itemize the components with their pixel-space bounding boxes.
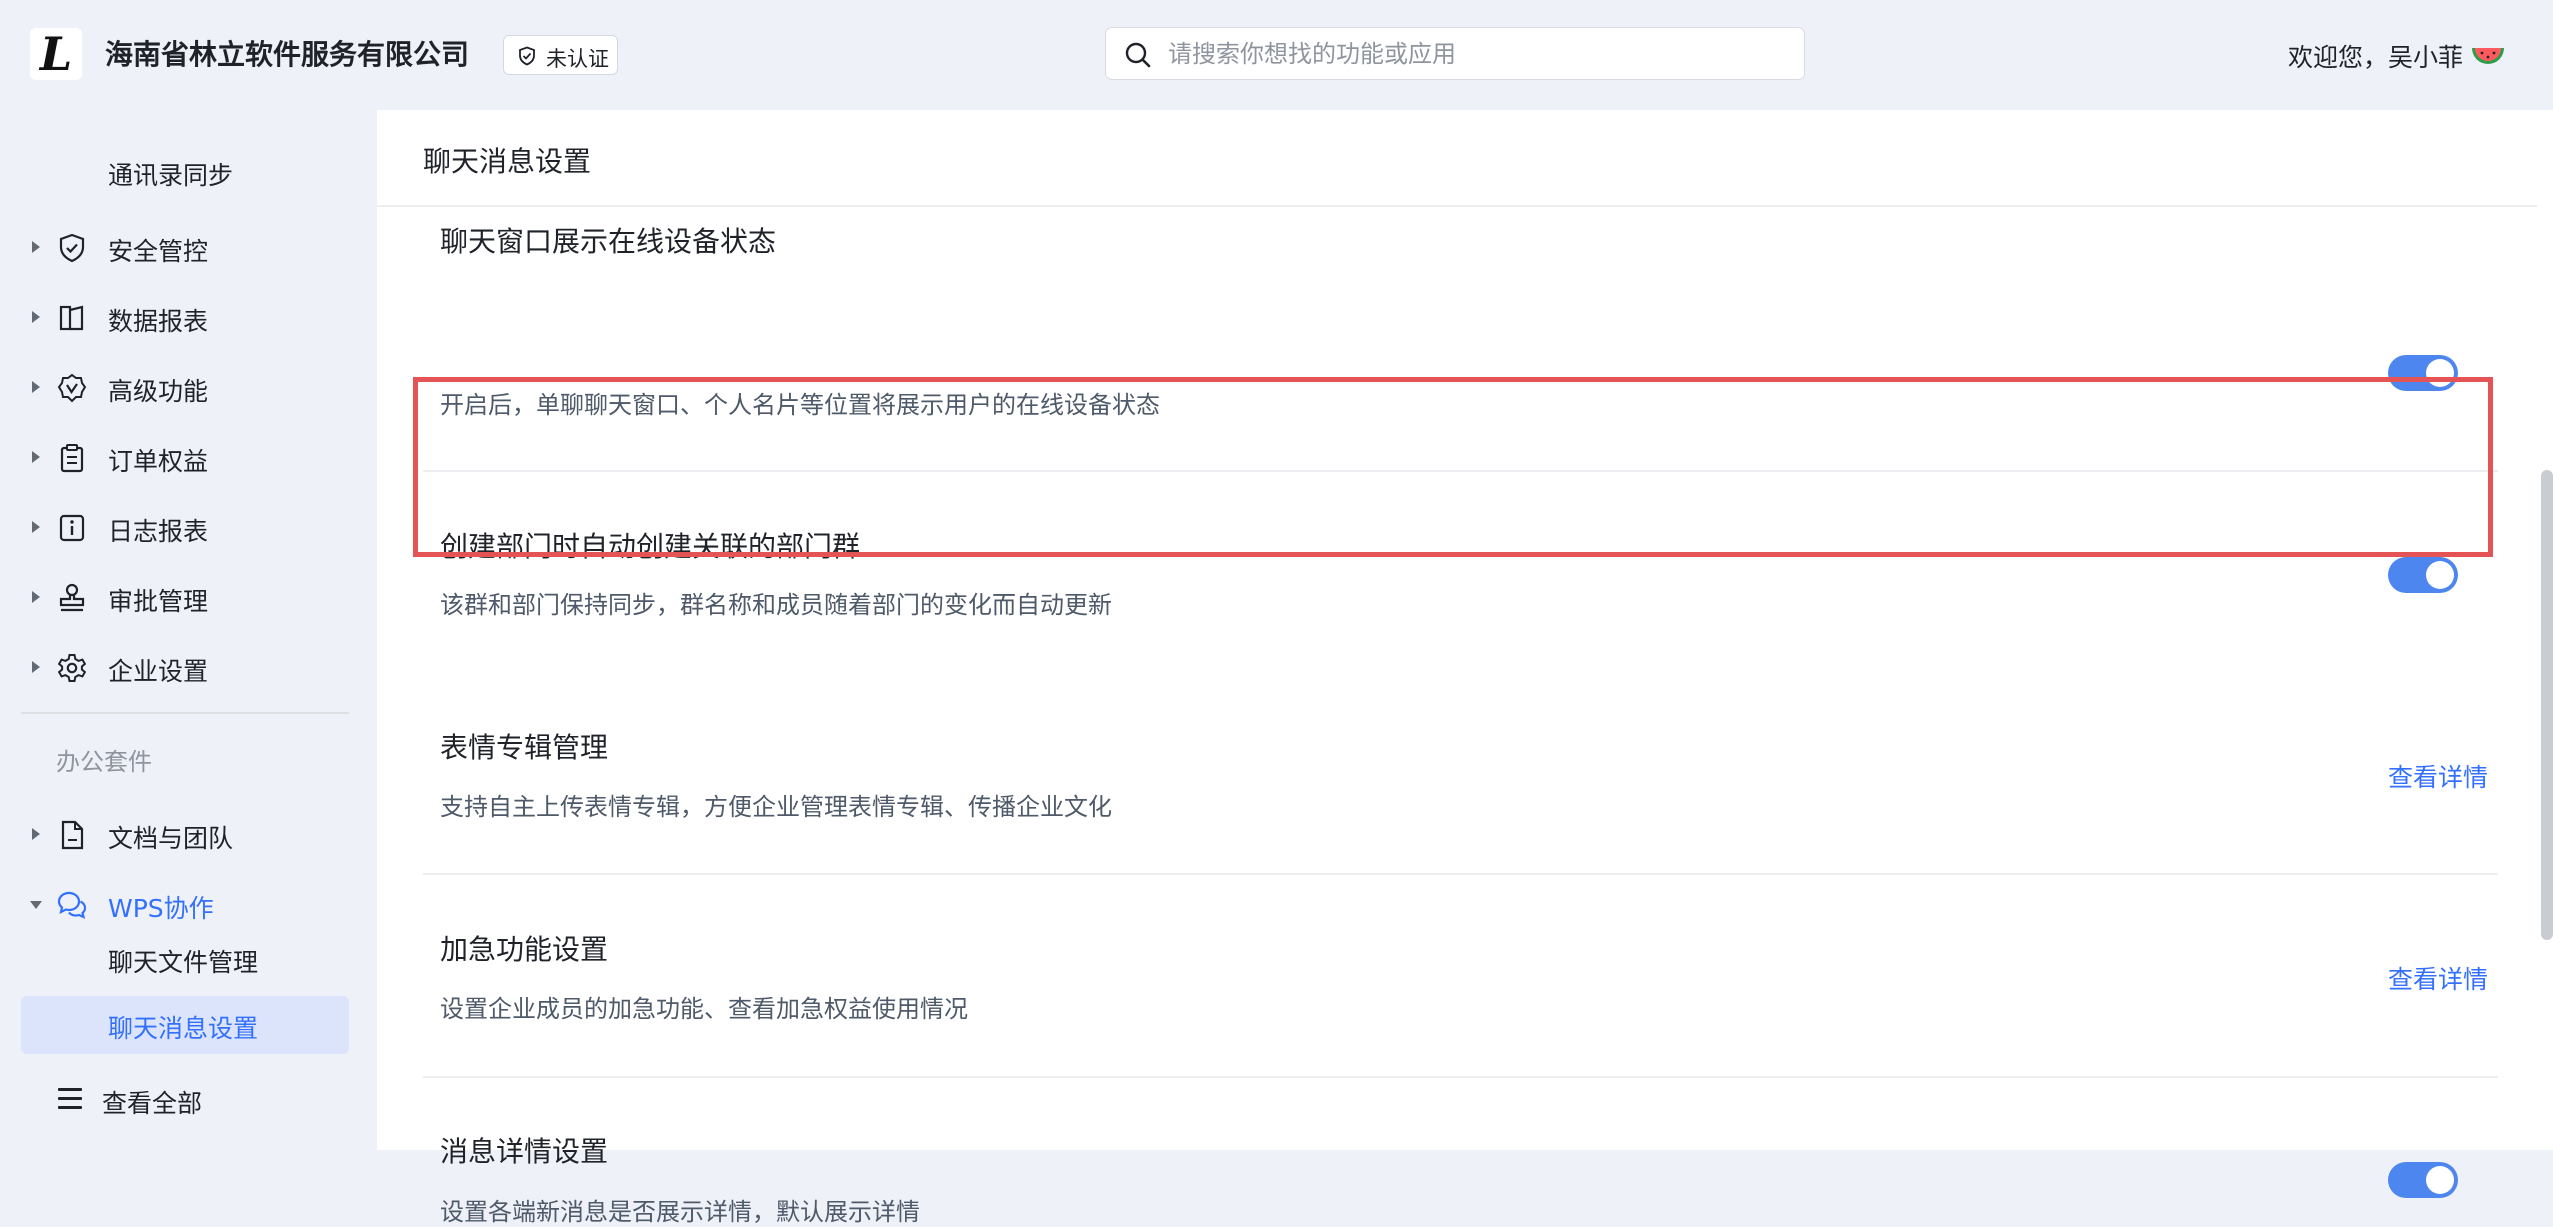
setting-auto-department-group: 创建部门时自动创建关联的部门群 该群和部门保持同步，群名称和成员随着部门的变化而… [423,420,2498,620]
expand-arrow-icon [32,311,40,323]
search-bar[interactable] [1105,27,1805,80]
toggle-knob [2426,561,2454,589]
sidebar-item-approval[interactable]: 审批管理 [0,568,377,628]
menu-icon [58,1088,82,1115]
gear-icon [57,654,87,682]
setting-description: 该群和部门保持同步，群名称和成员随着部门的变化而自动更新 [440,591,1112,619]
main-content: 聊天消息设置 聊天窗口展示在线设备状态 开启后，单聊聊天窗口、个人名片等位置将展… [377,110,2553,1226]
expand-arrow-icon [32,661,40,673]
sidebar: 通讯录同步 安全管控 数据报表 高级功能 订单权益 日志报表 审批管理 企业设置… [0,110,377,1150]
sidebar-item-label: 安全管控 [108,237,209,266]
document-icon [61,820,84,850]
expand-arrow-icon [32,381,40,393]
expand-arrow-icon [32,591,40,603]
stamp-icon [59,583,85,612]
setting-title: 创建部门时自动创建关联的部门群 [440,530,861,563]
auto-department-group-toggle[interactable] [2388,557,2458,593]
sidebar-item-contact-sync[interactable]: 通讯录同步 [108,156,233,192]
top-header: L 海南省林立软件服务有限公司 未认证 欢迎您，吴小菲 [0,0,2553,110]
view-all-button[interactable]: 查看全部 [0,1070,377,1130]
setting-message-details: 消息详情设置 设置各端新消息是否展示详情，默认展示详情 [423,1080,2498,1226]
badge-check-icon [57,373,87,403]
view-all-label: 查看全部 [102,1089,203,1118]
setting-title: 加急功能设置 [440,933,609,966]
shield-check-icon [519,46,535,66]
sidebar-item-label: 审批管理 [108,587,209,616]
sidebar-item-label: 企业设置 [108,657,209,686]
expand-arrow-icon [32,828,40,840]
sticker-albums-details-link[interactable]: 查看详情 [2388,758,2488,794]
sidebar-partial-item [108,110,116,117]
collapse-arrow-icon [30,901,42,909]
sidebar-item-label: 订单权益 [108,447,209,476]
sidebar-item-wps-collab[interactable]: WPS协作 [0,875,377,935]
setting-sticker-albums: 表情专辑管理 支持自主上传表情专辑，方便企业管理表情专辑、传播企业文化 查看详情 [423,620,2498,875]
info-icon [59,514,85,542]
setting-description: 开启后，单聊聊天窗口、个人名片等位置将展示用户的在线设备状态 [440,391,1160,419]
row-divider [423,1076,2498,1078]
shield-check-icon [59,233,85,263]
vertical-scrollbar[interactable] [2541,470,2553,940]
watermelon-avatar-icon[interactable] [2470,40,2506,70]
setting-title: 表情专辑管理 [440,731,609,764]
welcome-text: 欢迎您，吴小菲 [2288,43,2464,72]
sidebar-item-advanced[interactable]: 高级功能 [0,358,377,418]
sidebar-item-label: 数据报表 [108,307,209,336]
sidebar-item-chat-file-mgmt[interactable]: 聊天文件管理 [108,943,258,979]
setting-description: 支持自主上传表情专辑，方便企业管理表情专辑、传播企业文化 [440,793,1112,821]
expand-arrow-icon [32,241,40,253]
sidebar-item-chat-message-settings-label: 聊天消息设置 [108,1014,259,1043]
company-logo[interactable]: L [30,28,82,80]
expand-arrow-icon [32,451,40,463]
sidebar-item-log-reports[interactable]: 日志报表 [0,498,377,558]
verify-status-badge[interactable]: 未认证 [503,35,618,75]
chat-bubbles-icon [57,891,87,919]
sidebar-item-data-reports[interactable]: 数据报表 [0,288,377,348]
message-details-toggle[interactable] [2388,1162,2458,1198]
sidebar-item-label: 文档与团队 [108,824,234,853]
sidebar-item-label: WPS协作 [108,894,214,923]
sidebar-item-label: 高级功能 [108,377,209,406]
sidebar-item-enterprise-settings[interactable]: 企业设置 [0,638,377,698]
search-input[interactable] [1166,36,1790,72]
sidebar-item-docs-teams[interactable]: 文档与团队 [0,805,377,865]
clipboard-icon [60,444,84,473]
setting-description: 设置企业成员的加急功能、查看加急权益使用情况 [440,995,968,1023]
sidebar-item-orders[interactable]: 订单权益 [0,428,377,488]
book-icon [59,305,84,331]
search-icon [1125,42,1151,68]
setting-description: 设置各端新消息是否展示详情，默认展示详情 [440,1198,920,1226]
toggle-knob [2426,1166,2454,1194]
setting-urgent-function: 加急功能设置 设置企业成员的加急功能、查看加急权益使用情况 查看详情 [423,875,2498,1078]
toggle-knob [2426,359,2454,387]
sidebar-item-security[interactable]: 安全管控 [0,218,377,278]
online-device-status-toggle[interactable] [2388,355,2458,391]
setting-title: 聊天窗口展示在线设备状态 [440,225,777,258]
verify-status-label: 未认证 [546,47,609,71]
title-divider [377,205,2537,207]
page-title: 聊天消息设置 [423,145,592,178]
sidebar-divider [21,712,349,714]
sidebar-item-label: 日志报表 [108,517,209,546]
setting-title: 消息详情设置 [440,1135,609,1168]
urgent-function-details-link[interactable]: 查看详情 [2388,960,2488,996]
logo-glyph: L [39,27,73,81]
sidebar-group-office-suite: 办公套件 [56,748,152,776]
company-name: 海南省林立软件服务有限公司 [105,38,470,71]
expand-arrow-icon [32,521,40,533]
